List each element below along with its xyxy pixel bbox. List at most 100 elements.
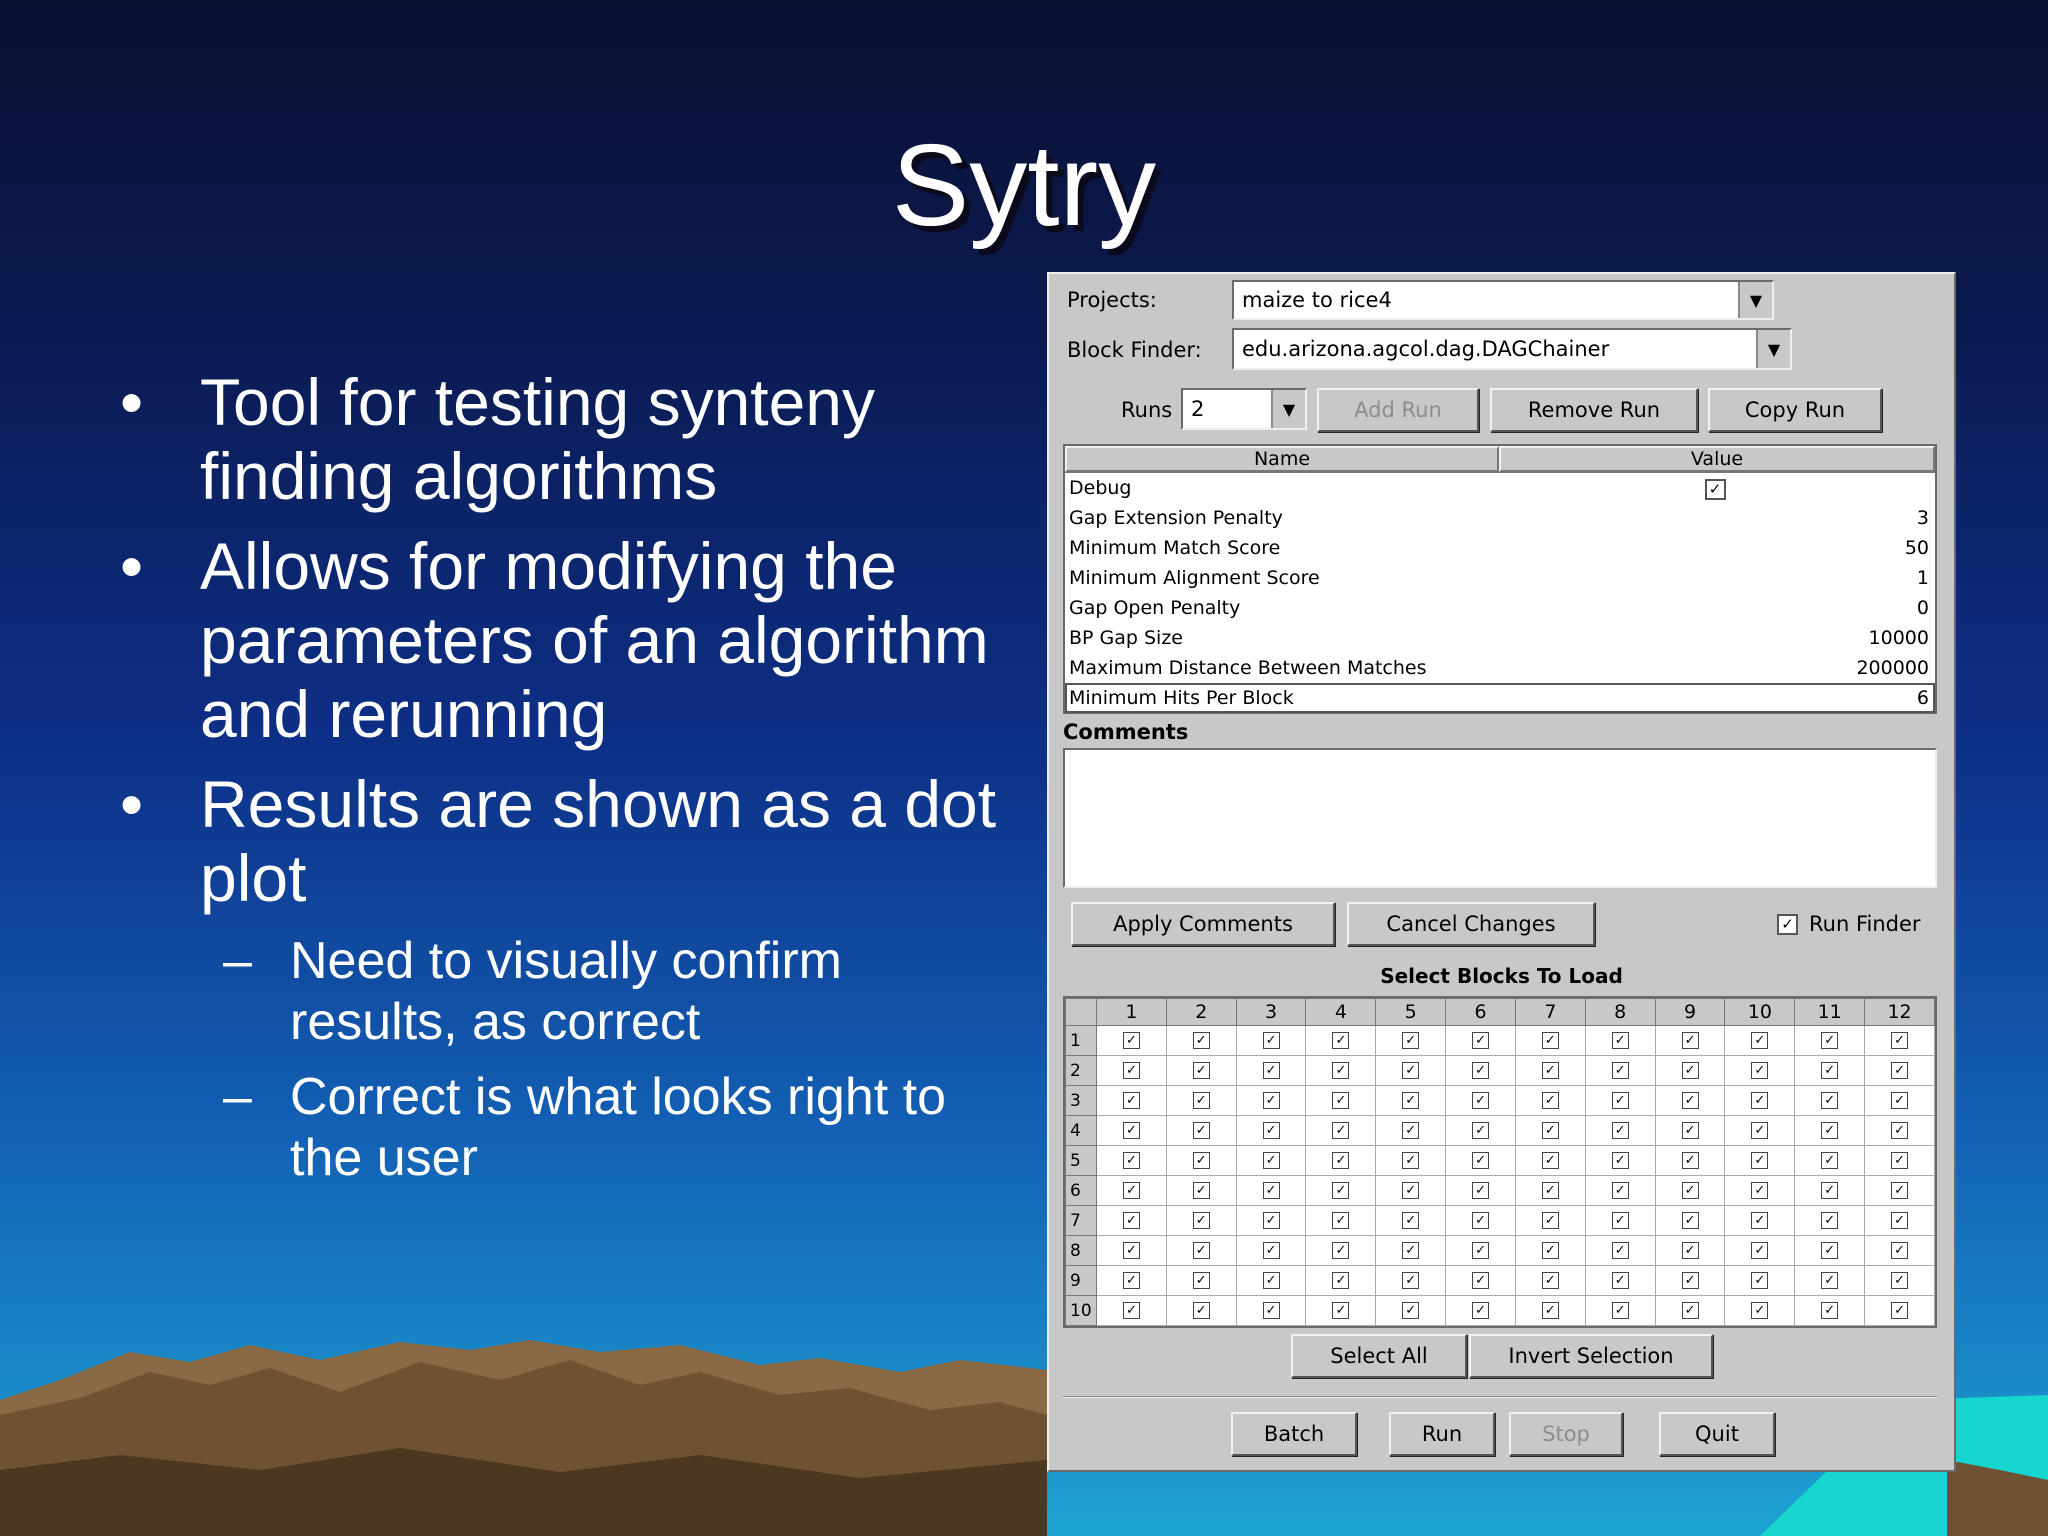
parameter-row[interactable]: Minimum Match Score 50 [1065, 533, 1935, 563]
block-checkbox[interactable]: ✓ [1891, 1182, 1909, 1199]
block-checkbox[interactable]: ✓ [1541, 1152, 1559, 1169]
block-checkbox[interactable]: ✓ [1751, 1212, 1769, 1229]
block-checkbox[interactable]: ✓ [1192, 1122, 1210, 1139]
block-checkbox[interactable]: ✓ [1472, 1212, 1490, 1229]
block-checkbox[interactable]: ✓ [1192, 1302, 1210, 1319]
parameter-row[interactable]: Gap Extension Penalty 3 [1065, 503, 1935, 533]
block-checkbox[interactable]: ✓ [1821, 1092, 1839, 1109]
block-checkbox[interactable]: ✓ [1192, 1212, 1210, 1229]
block-checkbox[interactable]: ✓ [1122, 1302, 1140, 1319]
block-checkbox[interactable]: ✓ [1402, 1062, 1420, 1079]
stop-button[interactable]: Stop [1509, 1412, 1623, 1456]
block-checkbox[interactable]: ✓ [1192, 1032, 1210, 1049]
block-checkbox[interactable]: ✓ [1472, 1062, 1490, 1079]
grid-row-header[interactable]: 4 [1065, 1115, 1097, 1146]
block-checkbox[interactable]: ✓ [1192, 1272, 1210, 1289]
block-checkbox[interactable]: ✓ [1611, 1092, 1629, 1109]
block-checkbox[interactable]: ✓ [1821, 1032, 1839, 1049]
block-checkbox[interactable]: ✓ [1262, 1242, 1280, 1259]
apply-comments-button[interactable]: Apply Comments [1071, 902, 1335, 946]
block-checkbox[interactable]: ✓ [1262, 1212, 1280, 1229]
block-checkbox[interactable]: ✓ [1332, 1152, 1350, 1169]
block-checkbox[interactable]: ✓ [1402, 1122, 1420, 1139]
grid-row-header[interactable]: 6 [1065, 1175, 1097, 1206]
projects-select[interactable]: maize to rice4 ▼ [1232, 280, 1774, 320]
block-checkbox[interactable]: ✓ [1681, 1212, 1699, 1229]
block-checkbox[interactable]: ✓ [1611, 1122, 1629, 1139]
block-checkbox[interactable]: ✓ [1891, 1302, 1909, 1319]
block-checkbox[interactable]: ✓ [1402, 1242, 1420, 1259]
parameter-row[interactable]: BP Gap Size 10000 [1065, 623, 1935, 653]
debug-checkbox[interactable]: ✓ [1704, 478, 1726, 500]
grid-row-header[interactable]: 5 [1065, 1145, 1097, 1176]
batch-button[interactable]: Batch [1231, 1412, 1357, 1456]
block-checkbox[interactable]: ✓ [1472, 1272, 1490, 1289]
block-checkbox[interactable]: ✓ [1611, 1242, 1629, 1259]
run-button[interactable]: Run [1389, 1412, 1495, 1456]
block-checkbox[interactable]: ✓ [1541, 1122, 1559, 1139]
block-checkbox[interactable]: ✓ [1192, 1182, 1210, 1199]
block-checkbox[interactable]: ✓ [1192, 1062, 1210, 1079]
parameter-row[interactable]: Maximum Distance Between Matches 200000 [1065, 653, 1935, 683]
block-checkbox[interactable]: ✓ [1262, 1032, 1280, 1049]
block-checkbox[interactable]: ✓ [1891, 1122, 1909, 1139]
grid-row-header[interactable]: 3 [1065, 1085, 1097, 1116]
block-checkbox[interactable]: ✓ [1262, 1092, 1280, 1109]
block-checkbox[interactable]: ✓ [1192, 1242, 1210, 1259]
block-checkbox[interactable]: ✓ [1262, 1182, 1280, 1199]
block-checkbox[interactable]: ✓ [1472, 1152, 1490, 1169]
chevron-down-icon[interactable]: ▼ [1271, 390, 1305, 428]
block-checkbox[interactable]: ✓ [1402, 1092, 1420, 1109]
block-checkbox[interactable]: ✓ [1681, 1122, 1699, 1139]
grid-column-header[interactable]: 8 [1584, 998, 1656, 1026]
block-checkbox[interactable]: ✓ [1402, 1272, 1420, 1289]
block-checkbox[interactable]: ✓ [1751, 1122, 1769, 1139]
block-checkbox[interactable]: ✓ [1332, 1122, 1350, 1139]
runs-select[interactable]: 2 ▼ [1181, 388, 1307, 430]
block-checkbox[interactable]: ✓ [1681, 1272, 1699, 1289]
block-checkbox[interactable]: ✓ [1262, 1122, 1280, 1139]
block-checkbox[interactable]: ✓ [1402, 1302, 1420, 1319]
grid-column-header[interactable]: 5 [1375, 998, 1447, 1026]
block-checkbox[interactable]: ✓ [1681, 1152, 1699, 1169]
block-checkbox[interactable]: ✓ [1681, 1062, 1699, 1079]
block-checkbox[interactable]: ✓ [1332, 1212, 1350, 1229]
block-checkbox[interactable]: ✓ [1122, 1062, 1140, 1079]
block-checkbox[interactable]: ✓ [1891, 1152, 1909, 1169]
block-checkbox[interactable]: ✓ [1611, 1032, 1629, 1049]
block-checkbox[interactable]: ✓ [1541, 1272, 1559, 1289]
block-checkbox[interactable]: ✓ [1122, 1032, 1140, 1049]
block-checkbox[interactable]: ✓ [1122, 1242, 1140, 1259]
block-checkbox[interactable]: ✓ [1472, 1302, 1490, 1319]
block-checkbox[interactable]: ✓ [1332, 1182, 1350, 1199]
block-checkbox[interactable]: ✓ [1681, 1302, 1699, 1319]
parameter-row-selected[interactable]: Minimum Hits Per Block 6 [1065, 683, 1935, 713]
run-finder-checkbox[interactable]: ✓ [1777, 914, 1798, 935]
parameter-row[interactable]: Minimum Alignment Score 1 [1065, 563, 1935, 593]
block-checkbox[interactable]: ✓ [1891, 1062, 1909, 1079]
block-checkbox[interactable]: ✓ [1821, 1182, 1839, 1199]
remove-run-button[interactable]: Remove Run [1490, 388, 1698, 432]
block-checkbox[interactable]: ✓ [1472, 1122, 1490, 1139]
block-checkbox[interactable]: ✓ [1262, 1152, 1280, 1169]
block-checkbox[interactable]: ✓ [1611, 1152, 1629, 1169]
block-checkbox[interactable]: ✓ [1681, 1182, 1699, 1199]
block-checkbox[interactable]: ✓ [1681, 1032, 1699, 1049]
grid-column-header[interactable]: 10 [1724, 998, 1796, 1026]
grid-row-header[interactable]: 1 [1065, 1025, 1097, 1056]
block-checkbox[interactable]: ✓ [1821, 1212, 1839, 1229]
block-checkbox[interactable]: ✓ [1192, 1152, 1210, 1169]
block-checkbox[interactable]: ✓ [1332, 1062, 1350, 1079]
block-checkbox[interactable]: ✓ [1472, 1242, 1490, 1259]
grid-column-header[interactable]: 12 [1864, 998, 1935, 1026]
grid-row-header[interactable]: 2 [1065, 1055, 1097, 1086]
block-checkbox[interactable]: ✓ [1332, 1302, 1350, 1319]
block-checkbox[interactable]: ✓ [1402, 1212, 1420, 1229]
grid-column-header[interactable]: 9 [1654, 998, 1726, 1026]
block-checkbox[interactable]: ✓ [1751, 1302, 1769, 1319]
chevron-down-icon[interactable]: ▼ [1738, 282, 1772, 318]
block-checkbox[interactable]: ✓ [1541, 1182, 1559, 1199]
block-checkbox[interactable]: ✓ [1122, 1182, 1140, 1199]
block-checkbox[interactable]: ✓ [1821, 1152, 1839, 1169]
block-checkbox[interactable]: ✓ [1122, 1122, 1140, 1139]
